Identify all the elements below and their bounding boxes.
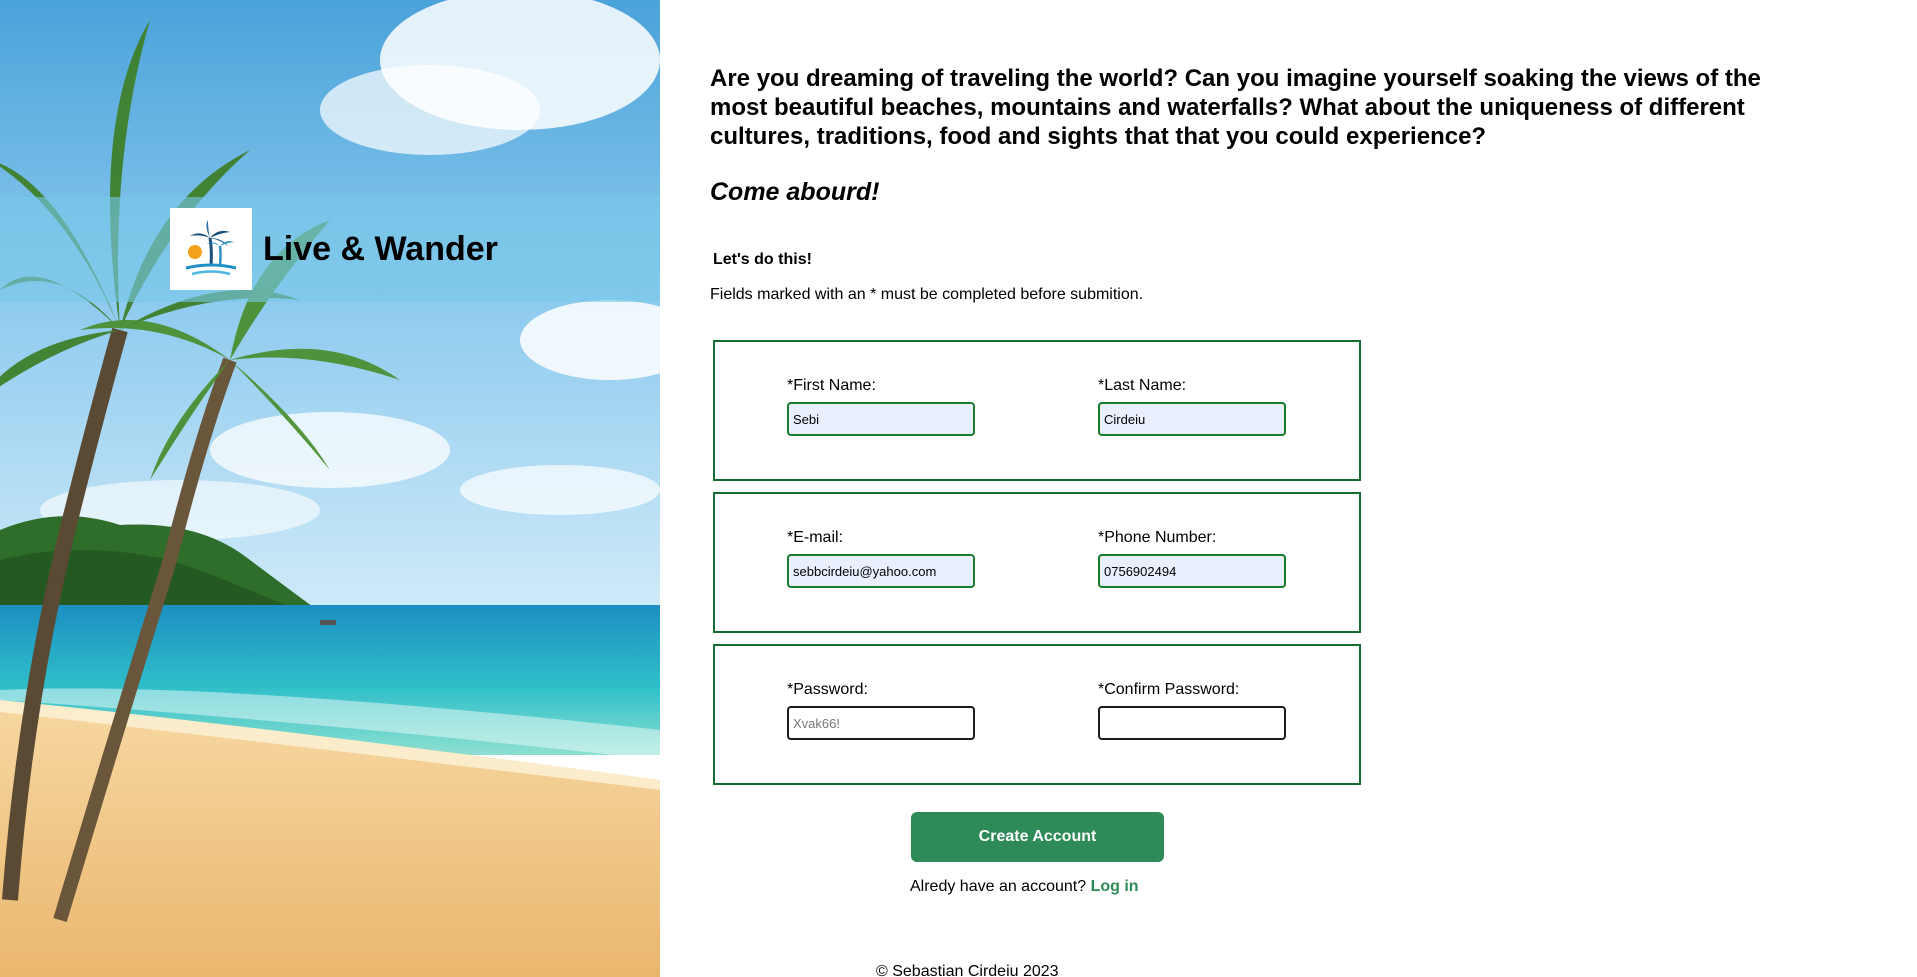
- palm-tree-sunset-logo-icon[interactable]: [170, 208, 252, 290]
- login-prompt: Alredy have an account? Log in: [910, 878, 1139, 896]
- confirm-password-field: *Confirm Password:: [1098, 680, 1286, 740]
- first-name-field: *First Name:: [787, 376, 975, 436]
- phone-input[interactable]: [1098, 554, 1286, 588]
- first-name-input[interactable]: [787, 402, 975, 436]
- login-link[interactable]: Log in: [1091, 878, 1139, 895]
- email-field: *E-mail:: [787, 528, 975, 588]
- beach-scene-illustration: [0, 0, 660, 977]
- tagline: Come abourd!: [710, 178, 880, 206]
- email-label: *E-mail:: [787, 529, 844, 546]
- password-label: *Password:: [787, 681, 868, 698]
- password-fieldset: *Password: *Confirm Password:: [713, 644, 1361, 785]
- login-prompt-text: Alredy have an account?: [910, 878, 1087, 895]
- phone-field: *Phone Number:: [1098, 528, 1286, 588]
- hero-beach-image: Live & Wander: [0, 0, 660, 977]
- form-title: Let's do this!: [713, 251, 812, 268]
- phone-label: *Phone Number:: [1098, 529, 1217, 546]
- confirm-password-input[interactable]: [1098, 706, 1286, 740]
- email-input[interactable]: [787, 554, 975, 588]
- last-name-input[interactable]: [1098, 402, 1286, 436]
- name-fieldset: *First Name: *Last Name:: [713, 340, 1361, 481]
- required-fields-note: Fields marked with an * must be complete…: [710, 286, 1144, 303]
- last-name-label: *Last Name:: [1098, 377, 1187, 394]
- intro-text: Are you dreaming of traveling the world?…: [710, 65, 1761, 150]
- first-name-label: *First Name:: [787, 377, 876, 394]
- footer-copyright: © Sebastian Cirdeiu 2023: [876, 963, 1059, 977]
- password-input[interactable]: [787, 706, 975, 740]
- password-field: *Password:: [787, 680, 975, 740]
- confirm-password-label: *Confirm Password:: [1098, 681, 1240, 698]
- last-name-field: *Last Name:: [1098, 376, 1286, 436]
- brand-name: Live & Wander: [263, 230, 498, 268]
- contact-fieldset: *E-mail: *Phone Number:: [713, 492, 1361, 633]
- create-account-button[interactable]: Create Account: [911, 812, 1164, 862]
